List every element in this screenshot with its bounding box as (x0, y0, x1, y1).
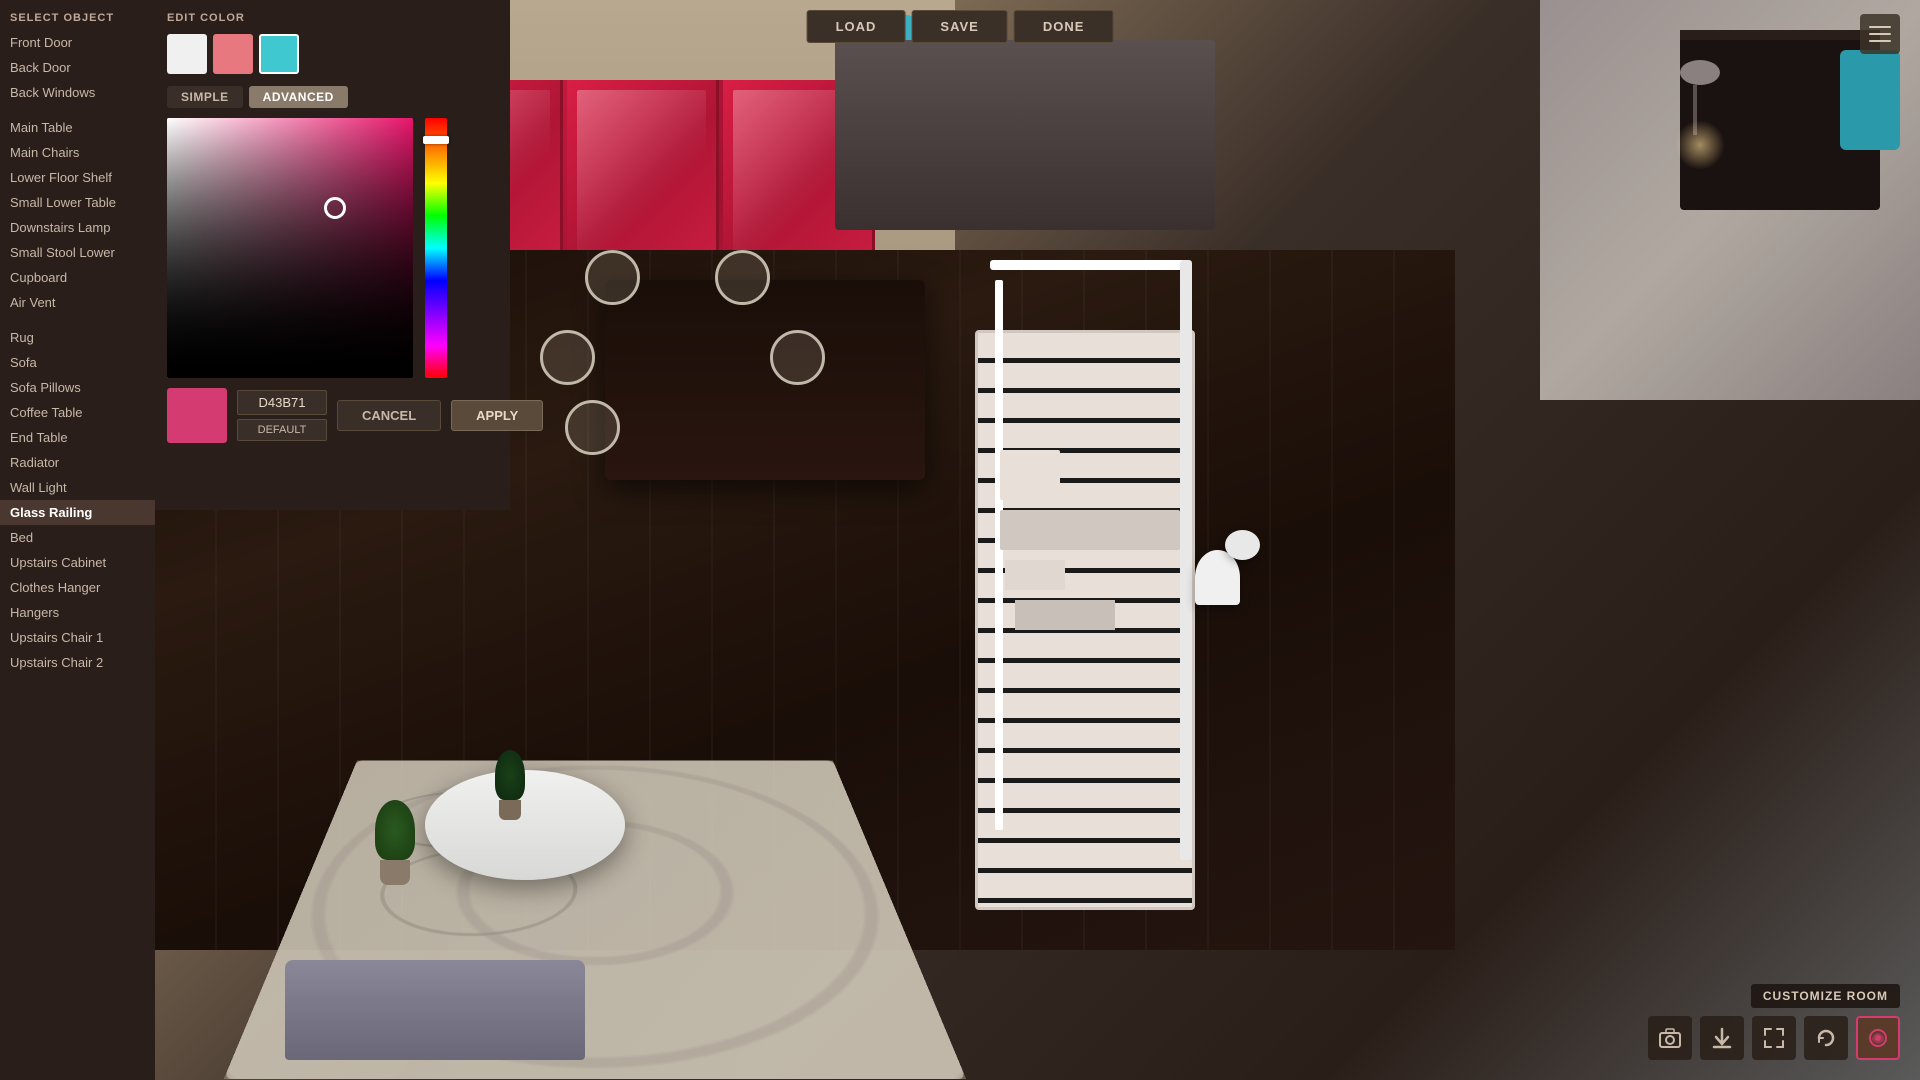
load-button[interactable]: LOAD (807, 10, 906, 43)
advanced-mode-button[interactable]: ADVANCED (249, 86, 348, 108)
hamburger-menu[interactable] (1860, 14, 1900, 54)
sidebar-item-back-door[interactable]: Back Door (0, 55, 155, 80)
sidebar-item-small-stool-lower[interactable]: Small Stool Lower (0, 240, 155, 265)
sidebar-item-back-windows[interactable]: Back Windows (0, 80, 155, 105)
decorative-sphere (1225, 530, 1260, 560)
sidebar-item-upstairs-chair-1[interactable]: Upstairs Chair 1 (0, 625, 155, 650)
color-preview (167, 388, 227, 443)
dining-chair-5 (565, 400, 620, 455)
rotate-icon-button[interactable] (1804, 1016, 1848, 1060)
sidebar-item-front-door[interactable]: Front Door (0, 30, 155, 55)
dining-chair-2 (715, 250, 770, 305)
sidebar-item-main-table[interactable]: Main Table (0, 115, 155, 140)
hex-input[interactable] (237, 390, 327, 415)
color-gradient[interactable] (167, 118, 413, 378)
sofa-back (275, 955, 595, 990)
dining-chair-3 (540, 330, 595, 385)
save-button[interactable]: SAVE (911, 10, 1007, 43)
coffee-table (425, 770, 625, 880)
color-swatches (167, 34, 498, 74)
top-toolbar: LOAD SAVE DONE (807, 10, 1114, 43)
color-panel: EDIT COLOR SIMPLE ADVANCED DEFAULT CANCE… (155, 0, 510, 510)
decorative-cylinder (1195, 550, 1240, 605)
stair-step-2 (1005, 560, 1065, 590)
sidebar-header: SELECT OBJECT (0, 4, 155, 30)
sidebar-item-air-vent[interactable]: Air Vent (0, 290, 155, 315)
stair-step (1000, 510, 1180, 550)
sidebar-item-radiator[interactable]: Radiator (0, 450, 155, 475)
sidebar-item-downstairs-lamp[interactable]: Downstairs Lamp (0, 215, 155, 240)
bottom-icon-row (1648, 1016, 1900, 1060)
simple-mode-button[interactable]: SIMPLE (167, 86, 243, 108)
cancel-button[interactable]: CANCEL (337, 400, 441, 431)
sidebar: SELECT OBJECT Front Door Back Door Back … (0, 0, 155, 1080)
dining-chair-4 (770, 330, 825, 385)
sidebar-item-upstairs-chair-2[interactable]: Upstairs Chair 2 (0, 650, 155, 675)
sidebar-item-small-lower-table[interactable]: Small Lower Table (0, 190, 155, 215)
upstairs-chair (1840, 50, 1900, 150)
mode-buttons: SIMPLE ADVANCED (167, 86, 498, 108)
hue-slider-thumb[interactable] (423, 136, 449, 144)
lamp-glow (1675, 120, 1725, 170)
sidebar-item-coffee-table[interactable]: Coffee Table (0, 400, 155, 425)
sidebar-item-bed[interactable]: Bed (0, 525, 155, 550)
sidebar-item-hangers[interactable]: Hangers (0, 600, 155, 625)
banister-left (995, 280, 1003, 830)
bottom-toolbar: CUSTOMIZE ROOM (1648, 984, 1900, 1060)
hamburger-line-2 (1869, 33, 1891, 35)
done-button[interactable]: DONE (1014, 10, 1114, 43)
sidebar-item-glass-railing[interactable]: Glass Railing (0, 500, 155, 525)
sidebar-item-sofa[interactable]: Sofa (0, 350, 155, 375)
lamp-shade (1680, 60, 1720, 85)
download-icon-button[interactable] (1700, 1016, 1744, 1060)
hamburger-line-3 (1869, 40, 1891, 42)
sidebar-item-sofa-pillows[interactable]: Sofa Pillows (0, 375, 155, 400)
default-button[interactable]: DEFAULT (237, 419, 327, 441)
color-bottom-controls: DEFAULT CANCEL APPLY (167, 388, 498, 443)
bed-surface (835, 40, 1215, 230)
sidebar-item-cupboard[interactable]: Cupboard (0, 265, 155, 290)
dining-table (605, 280, 925, 480)
swatch-white[interactable] (167, 34, 207, 74)
resize-icon-button[interactable] (1752, 1016, 1796, 1060)
camera-icon-button[interactable] (1648, 1016, 1692, 1060)
color-inputs: DEFAULT (237, 390, 327, 441)
sidebar-item-main-chairs[interactable]: Main Chairs (0, 140, 155, 165)
sidebar-item-clothes-hanger[interactable]: Clothes Hanger (0, 575, 155, 600)
swatch-teal[interactable] (259, 34, 299, 74)
picker-cursor[interactable] (324, 197, 346, 219)
banister-top (990, 260, 1190, 270)
color-picker-area[interactable] (167, 118, 447, 378)
sidebar-item-rug[interactable]: Rug (0, 325, 155, 350)
sidebar-item-upstairs-cabinet[interactable]: Upstairs Cabinet (0, 550, 155, 575)
stair-landing-platform (1000, 450, 1060, 500)
hamburger-line-1 (1869, 26, 1891, 28)
banister-right (1180, 260, 1192, 860)
color-theme-icon-button[interactable] (1856, 1016, 1900, 1060)
customize-room-label: CUSTOMIZE ROOM (1751, 984, 1900, 1008)
sidebar-item-wall-light[interactable]: Wall Light (0, 475, 155, 500)
apply-button[interactable]: APPLY (451, 400, 543, 431)
sidebar-item-end-table[interactable]: End Table (0, 425, 155, 450)
hue-slider[interactable] (425, 118, 447, 378)
dining-chair-1 (585, 250, 640, 305)
stair-step-3 (1015, 600, 1115, 630)
plant-2 (495, 750, 525, 820)
plant-lower (375, 800, 415, 880)
swatch-pink[interactable] (213, 34, 253, 74)
plant-leaves (375, 800, 415, 860)
color-panel-header: EDIT COLOR (167, 12, 498, 24)
sidebar-item-lower-floor-shelf[interactable]: Lower Floor Shelf (0, 165, 155, 190)
action-buttons: CANCEL APPLY (337, 400, 543, 431)
plant-pot (380, 860, 410, 885)
